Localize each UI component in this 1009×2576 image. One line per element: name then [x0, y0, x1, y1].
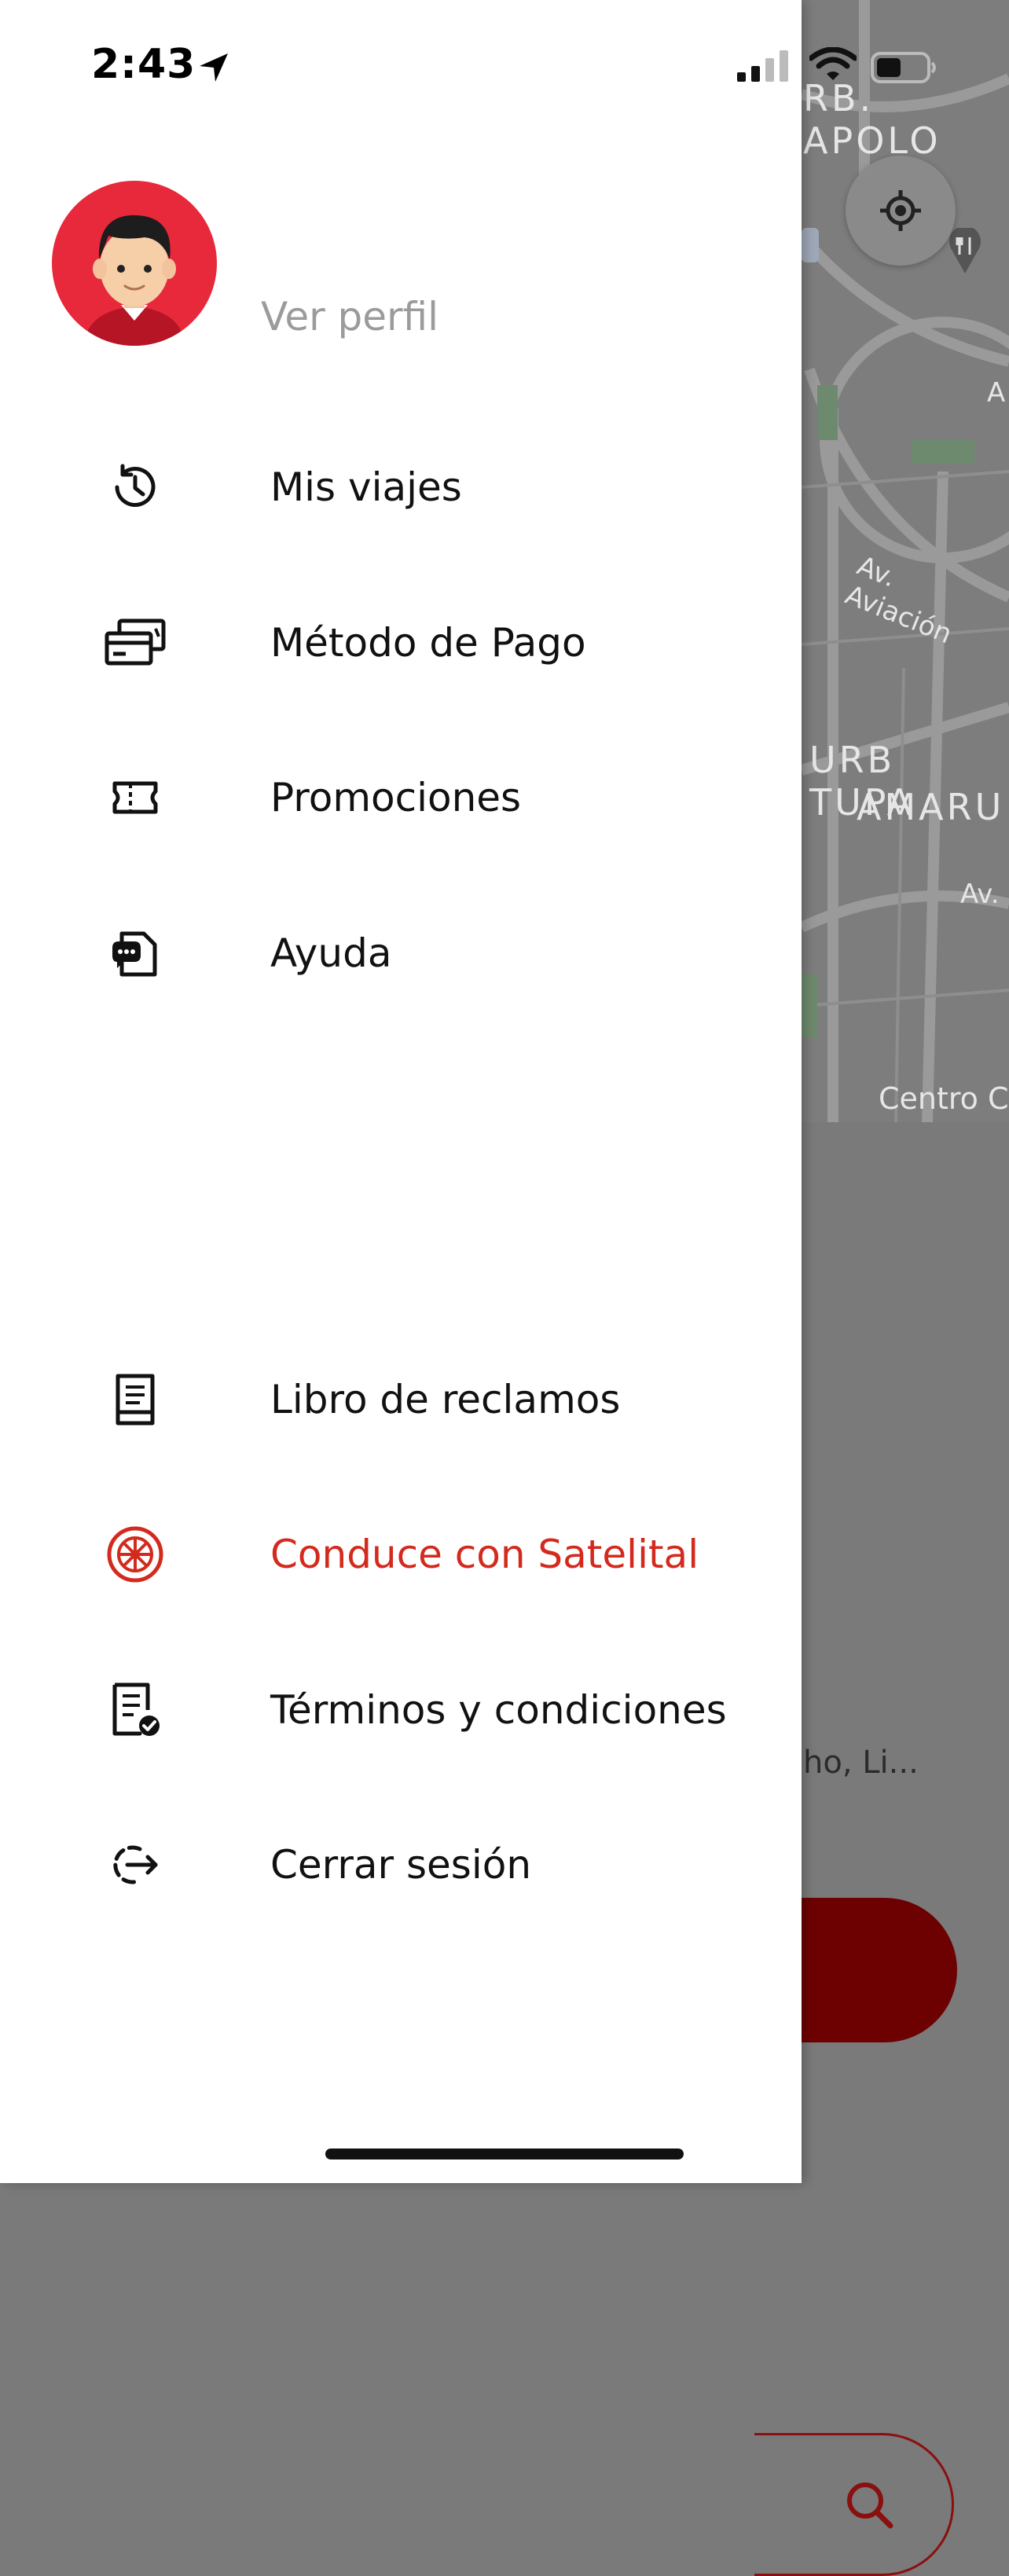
map-label: Centro C [879, 1081, 1009, 1116]
locate-me-button[interactable] [846, 156, 956, 266]
menu-item-conduce[interactable]: Conduce con Satelital [0, 1495, 802, 1613]
menu-item-cerrar-sesion[interactable]: Cerrar sesión [0, 1806, 802, 1924]
help-chat-icon [102, 920, 168, 986]
menu-label: Cerrar sesión [270, 1842, 532, 1888]
menu-item-terminos[interactable]: Términos y condiciones [0, 1651, 802, 1769]
user-name [250, 189, 258, 233]
book-icon [102, 1367, 168, 1433]
map-label: Av. [960, 879, 1000, 910]
user-avatar-icon [83, 215, 185, 346]
history-icon [102, 454, 168, 520]
menu-label: Términos y condiciones [270, 1687, 727, 1733]
map-label: AMARU [857, 786, 1005, 828]
status-time: 2:43 [91, 41, 196, 88]
address-text: cho, Li... [786, 1745, 919, 1781]
view-profile-link[interactable]: Ver perfil [261, 294, 438, 339]
payment-cards-icon [102, 610, 168, 676]
search-icon [846, 2482, 893, 2529]
map-label: A [987, 377, 1006, 409]
avatar[interactable] [52, 181, 217, 346]
battery-icon [871, 52, 936, 83]
menu-label: Conduce con Satelital [270, 1532, 699, 1577]
menu-item-mis-viajes[interactable]: Mis viajes [0, 428, 802, 546]
search-button[interactable] [754, 2433, 954, 2576]
menu-label: Promociones [270, 775, 522, 820]
menu-label: Libro de reclamos [270, 1377, 621, 1422]
signal-icon [737, 50, 788, 82]
restaurant-pin-icon [949, 228, 981, 273]
side-drawer: Ver perfil Mis viajes Método de Pago Pro… [0, 0, 802, 2183]
menu-label: Método de Pago [270, 620, 586, 666]
wifi-icon [809, 47, 857, 80]
logout-icon [102, 1832, 168, 1898]
menu-item-libro-reclamos[interactable]: Libro de reclamos [0, 1341, 802, 1459]
crosshair-icon [880, 190, 921, 231]
menu-item-promociones[interactable]: Promociones [0, 739, 802, 857]
location-arrow-icon [200, 53, 228, 82]
bus-stop-icon [802, 228, 819, 262]
map-label: RB. APOLO [803, 77, 941, 162]
home-indicator[interactable] [325, 2149, 684, 2160]
ticket-icon [102, 765, 168, 831]
steering-wheel-icon [102, 1521, 168, 1587]
menu-item-metodo-pago[interactable]: Método de Pago [0, 584, 802, 702]
menu-label: Ayuda [270, 930, 392, 976]
document-check-icon [102, 1677, 168, 1743]
menu-label: Mis viajes [270, 464, 462, 510]
menu-item-ayuda[interactable]: Ayuda [0, 894, 802, 1012]
